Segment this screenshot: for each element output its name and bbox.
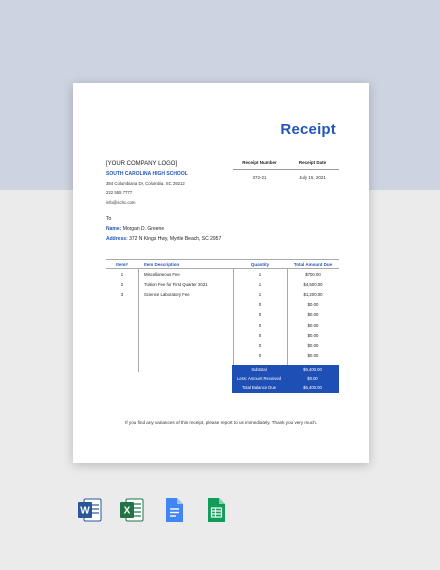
word-icon[interactable]: W bbox=[78, 497, 102, 523]
subtotal-label: Subtotal bbox=[251, 367, 267, 373]
receipt-document: Receipt [YOUR COMPANY LOGO] SOUTH CAROLI… bbox=[73, 83, 369, 463]
header-total-amount: Total Amount Due bbox=[293, 261, 333, 267]
meta-values: 372-21 July 15, 2021 bbox=[233, 170, 339, 180]
table-row: 0 $0.00 bbox=[106, 330, 339, 340]
receipt-date-label: Receipt Date bbox=[298, 160, 327, 165]
summary-row-received: Less: Amount Received $0.00 bbox=[232, 374, 339, 383]
amount-received-label: Less: Amount Received bbox=[237, 376, 281, 382]
receipt-date: July 15, 2021 bbox=[299, 175, 326, 180]
svg-text:W: W bbox=[80, 506, 90, 517]
header-item-number: Item# bbox=[116, 261, 128, 267]
quantity-cell: 0 bbox=[258, 312, 262, 318]
subtotal-value: $6,400.00 bbox=[303, 367, 322, 373]
recipient-name-label: Name: bbox=[106, 226, 122, 232]
total-amount-cell: $0.00 bbox=[307, 312, 319, 318]
summary-row-balance: Total Balance Due $6,400.00 bbox=[232, 383, 339, 392]
column-divider bbox=[138, 269, 139, 372]
total-amount-cell: $0.00 bbox=[307, 353, 319, 359]
recipient-info: To Name: Morgan D. Greene Address: 372 N… bbox=[106, 217, 221, 247]
table-row: 1 Miscellaneous Fee 1 $700.00 bbox=[106, 269, 339, 279]
amount-received-value: $0.00 bbox=[307, 376, 318, 382]
item-number-cell: 3 bbox=[120, 291, 124, 297]
item-description-cell: Miscellaneous Fee bbox=[144, 271, 180, 277]
summary-row-subtotal: Subtotal $6,400.00 bbox=[232, 365, 339, 374]
recipient-address: 372 N Kings Hwy, Myrtle Beach, SC 2957 bbox=[129, 236, 222, 242]
quantity-cell: 0 bbox=[258, 302, 262, 308]
total-amount-cell: $4,500.00 bbox=[303, 281, 323, 287]
quantity-cell: 0 bbox=[258, 332, 262, 338]
table-row: 0 $0.00 bbox=[106, 340, 339, 350]
total-amount-cell: $0.00 bbox=[307, 322, 319, 328]
receipt-number: 372-21 bbox=[252, 175, 267, 180]
quantity-cell: 1 bbox=[258, 271, 262, 277]
company-logo-placeholder: [YOUR COMPANY LOGO] bbox=[106, 161, 178, 167]
company-address: 384 Columbiana Dr, Columbia, SC 29212 bbox=[106, 181, 185, 186]
quantity-cell: 0 bbox=[258, 322, 262, 328]
company-name: SOUTH CAROLINA HIGH SCHOOL bbox=[106, 171, 188, 177]
recipient-address-line: Address: 372 N Kings Hwy, Myrtle Beach, … bbox=[106, 237, 221, 242]
item-description-cell: Science Laboratory Fee bbox=[144, 291, 190, 297]
receipt-number-label: Receipt Number bbox=[242, 160, 277, 165]
receipt-meta-table: Receipt Number Receipt Date 372-21 July … bbox=[233, 160, 339, 180]
quantity-cell: 0 bbox=[258, 353, 262, 359]
recipient-name: Morgan D. Greene bbox=[122, 226, 165, 232]
table-row: 0 $0.00 bbox=[106, 300, 339, 310]
item-description-cell: Tuition Fee for First Quarter 2021 bbox=[144, 281, 208, 287]
company-phone: 222 555 7777 bbox=[106, 190, 133, 196]
meta-header: Receipt Number Receipt Date bbox=[233, 160, 339, 170]
item-number-cell: 2 bbox=[120, 281, 124, 287]
balance-due-value: $6,400.00 bbox=[303, 385, 322, 391]
receipt-title: Receipt bbox=[280, 121, 336, 138]
total-amount-cell: $0.00 bbox=[307, 332, 319, 338]
recipient-name-line: Name: Morgan D. Greene bbox=[106, 227, 221, 232]
header-item-description: Item Description bbox=[144, 261, 180, 267]
total-amount-cell: $700.00 bbox=[305, 271, 321, 277]
items-rows: 1 Miscellaneous Fee 1 $700.00 2 Tuition Fee f… bbox=[106, 269, 339, 361]
excel-icon[interactable]: X bbox=[120, 497, 144, 523]
footer-note: If you find any variances of this receip… bbox=[125, 420, 317, 425]
quantity-cell: 1 bbox=[258, 291, 262, 297]
column-divider bbox=[233, 269, 234, 372]
items-table-header: Item# Item Description Quantity Total Am… bbox=[106, 259, 339, 269]
google-docs-icon[interactable] bbox=[162, 497, 186, 523]
company-info: [YOUR COMPANY LOGO] SOUTH CAROLINA HIGH … bbox=[106, 161, 188, 210]
table-row: 0 $0.00 bbox=[106, 320, 339, 330]
items-table: Item# Item Description Quantity Total Am… bbox=[106, 259, 339, 393]
app-icons-row: W X bbox=[78, 497, 228, 523]
table-row: 2 Tuition Fee for First Quarter 2021 1 $4,5… bbox=[106, 279, 339, 289]
table-row: 0 $0.00 bbox=[106, 310, 339, 320]
company-email: info@schc.com bbox=[106, 199, 136, 205]
summary-block: Subtotal $6,400.00 Less: Amount Received… bbox=[232, 365, 339, 393]
column-divider bbox=[287, 269, 288, 372]
total-amount-cell: $0.00 bbox=[307, 342, 319, 348]
total-amount-cell: $1,200.00 bbox=[303, 291, 323, 297]
quantity-cell: 0 bbox=[258, 342, 262, 348]
recipient-address-label: Address: bbox=[106, 236, 128, 242]
svg-text:X: X bbox=[124, 506, 131, 517]
items-table-body: 1 Miscellaneous Fee 1 $700.00 2 Tuition Fee f… bbox=[106, 269, 339, 393]
to-label: To bbox=[106, 216, 112, 222]
google-sheets-icon[interactable] bbox=[204, 497, 228, 523]
balance-due-label: Total Balance Due bbox=[242, 385, 276, 391]
quantity-cell: 1 bbox=[258, 281, 262, 287]
table-row: 3 Science Laboratory Fee 1 $1,200.00 bbox=[106, 289, 339, 299]
header-quantity: Quantity bbox=[250, 261, 270, 267]
total-amount-cell: $0.00 bbox=[307, 302, 319, 308]
table-row: 0 $0.00 bbox=[106, 351, 339, 361]
item-number-cell: 1 bbox=[120, 271, 124, 277]
